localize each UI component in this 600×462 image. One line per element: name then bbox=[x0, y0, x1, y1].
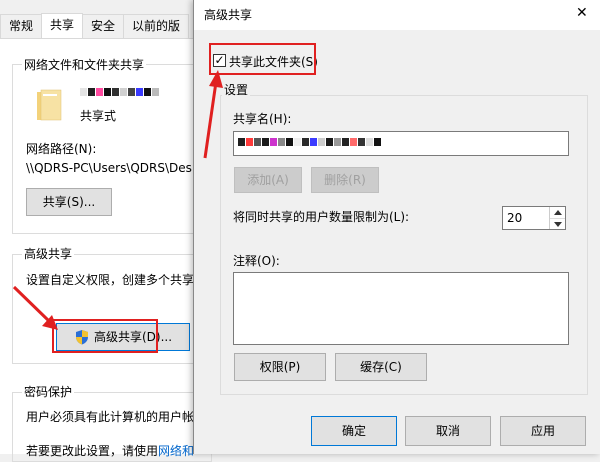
share-name-input[interactable] bbox=[233, 131, 569, 156]
remove-button[interactable]: 删除(R) bbox=[311, 167, 379, 193]
spin-down-icon[interactable] bbox=[550, 218, 565, 229]
spin-up-icon[interactable] bbox=[550, 207, 565, 218]
permissions-button[interactable]: 权限(P) bbox=[234, 353, 326, 381]
share-name-redacted-value bbox=[238, 138, 382, 150]
add-button[interactable]: 添加(A) bbox=[234, 167, 302, 193]
cancel-button[interactable]: 取消 bbox=[405, 416, 491, 446]
user-limit-label: 将同时共享的用户数量限制为(L): bbox=[233, 210, 410, 224]
red-arrow-share-folder bbox=[203, 70, 223, 159]
close-icon[interactable]: ✕ bbox=[576, 5, 588, 21]
apply-button[interactable]: 应用 bbox=[500, 416, 586, 446]
ok-button[interactable]: 确定 bbox=[311, 416, 397, 446]
user-limit-stepper[interactable]: 20 bbox=[502, 206, 566, 230]
red-arrow-advanced bbox=[12, 285, 58, 330]
dialog-titlebar: 高级共享 ✕ bbox=[194, 0, 600, 30]
caching-button[interactable]: 缓存(C) bbox=[335, 353, 427, 381]
comment-label: 注释(O): bbox=[233, 254, 280, 268]
user-limit-spin[interactable] bbox=[549, 207, 565, 229]
comment-textarea[interactable] bbox=[233, 272, 569, 345]
user-limit-value: 20 bbox=[507, 211, 523, 225]
advanced-sharing-dialog: 高级共享 ✕ ✓ 共享此文件夹(S) 设置 共享名(H): 添加(A) 删除(R… bbox=[193, 0, 600, 454]
